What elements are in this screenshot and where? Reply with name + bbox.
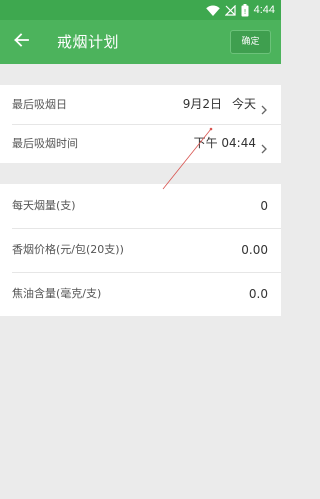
status-bar: ! 4:44 bbox=[0, 0, 281, 20]
date-text: 9月2日 bbox=[182, 97, 222, 111]
last-smoke-time-row[interactable]: 最后吸烟时间 下午 04:44 bbox=[0, 124, 281, 163]
last-smoke-date-value: 9月2日 今天 bbox=[183, 85, 256, 124]
last-smoke-date-row[interactable]: 最后吸烟日 9月2日 今天 bbox=[0, 85, 281, 124]
quit-time-card: 最后吸烟日 9月2日 今天 最后吸烟时间 下午 04:44 bbox=[0, 85, 281, 163]
last-smoke-time-value: 下午 04:44 bbox=[193, 136, 256, 150]
battery-icon: ! bbox=[241, 3, 249, 17]
app-bar: 戒烟计划 确定 bbox=[0, 20, 281, 64]
tar-content-row[interactable]: 焦油含量(毫克/支) 0.0 bbox=[0, 272, 281, 316]
daily-cigarettes-label: 每天烟量(支) bbox=[12, 199, 76, 212]
last-smoke-date-label: 最后吸烟日 bbox=[12, 98, 67, 111]
status-time: 4:44 bbox=[253, 4, 275, 16]
svg-text:!: ! bbox=[243, 8, 246, 16]
wifi-icon bbox=[205, 5, 220, 16]
chevron-right-icon bbox=[260, 100, 268, 115]
last-smoke-time-label: 最后吸烟时间 bbox=[12, 137, 78, 150]
tar-content-label: 焦油含量(毫克/支) bbox=[12, 287, 102, 300]
no-signal-icon bbox=[224, 4, 236, 16]
chevron-right-icon bbox=[260, 139, 268, 154]
cigarette-price-value[interactable]: 0.00 bbox=[241, 228, 268, 272]
confirm-button[interactable]: 确定 bbox=[230, 30, 271, 54]
today-text: 今天 bbox=[231, 97, 256, 111]
arrow-left-icon bbox=[13, 32, 29, 52]
back-button[interactable] bbox=[10, 31, 32, 53]
daily-cigarettes-value[interactable]: 0 bbox=[260, 184, 268, 228]
cigarette-price-row[interactable]: 香烟价格(元/包(20支)) 0.00 bbox=[0, 228, 281, 272]
status-icons: ! 4:44 bbox=[205, 2, 275, 18]
page-title: 戒烟计划 bbox=[57, 33, 120, 51]
cigarette-price-label: 香烟价格(元/包(20支)) bbox=[12, 243, 124, 256]
tar-content-value[interactable]: 0.0 bbox=[249, 272, 268, 316]
smoking-habit-card: 每天烟量(支) 0 香烟价格(元/包(20支)) 0.00 焦油含量(毫克/支)… bbox=[0, 184, 281, 316]
daily-cigarettes-row[interactable]: 每天烟量(支) 0 bbox=[0, 184, 281, 228]
